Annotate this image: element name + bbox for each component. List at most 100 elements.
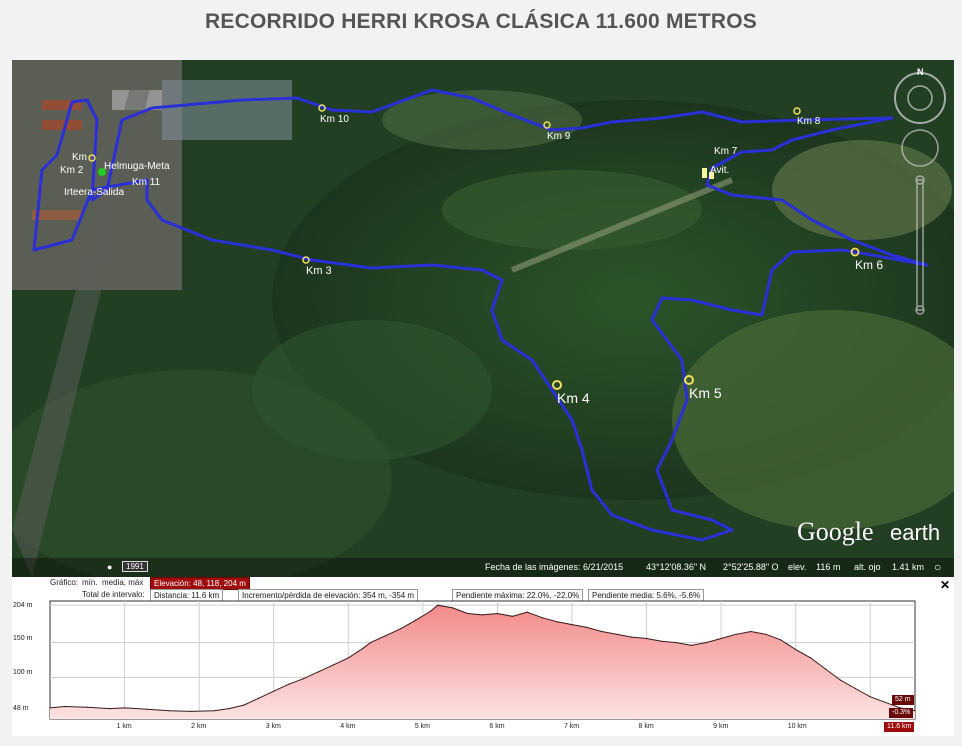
elevation-point (124, 707, 126, 709)
label-km8: Km 8 (797, 116, 821, 127)
x-tick-label: 1 km (116, 723, 132, 730)
longitude: 2°52'25.88" O (723, 562, 779, 572)
elevation-point (437, 604, 439, 606)
eye-altitude-label: alt. ojo (854, 562, 881, 572)
elevation-point (191, 710, 193, 712)
elevation-point (452, 607, 454, 609)
label-salida: Irteera-Salida (64, 187, 124, 198)
elevation-point (690, 644, 692, 646)
x-tick-label: 8 km (638, 723, 654, 730)
elevation-point (64, 705, 66, 708)
elevation-point (541, 617, 543, 619)
elevation-point (660, 640, 663, 642)
elevation-point (429, 610, 431, 612)
elevation-point (571, 624, 573, 626)
eye-altitude-value: 1.41 km (892, 562, 925, 572)
x-tick-label: 6 km (489, 723, 505, 730)
elevation-point (243, 704, 245, 706)
page-title: RECORRIDO HERRI KROSA CLÁSICA 11.600 MET… (205, 10, 757, 33)
elevation-point (586, 626, 588, 628)
map-view[interactable]: Km 10 Km 9 Km 8 Km 7 Avit. Km 6 Km 5 Km … (12, 60, 954, 577)
elevation-point (810, 657, 812, 659)
label-km10: Km 10 (320, 114, 349, 125)
elevation-value: 116 m (816, 562, 841, 572)
elevation-point (795, 649, 797, 651)
meadow-patch (772, 140, 952, 240)
elevation-point (481, 614, 484, 616)
elevation-point (869, 696, 871, 698)
label-meta: Helmuga-Meta (104, 161, 170, 172)
elevation-chart[interactable] (12, 577, 954, 736)
label-km9: Km 9 (547, 131, 571, 142)
historical-imagery-badge[interactable]: 1991 (122, 561, 148, 572)
elevation-point (526, 611, 528, 613)
elevation-point (616, 633, 618, 635)
elevation-point (146, 708, 148, 710)
x-tick-label: 5 km (414, 723, 431, 730)
satellite-map[interactable]: Km 10 Km 9 Km 8 Km 7 Avit. Km 6 Km 5 Km … (12, 60, 954, 577)
elevation-point (228, 708, 230, 710)
x-tick-label: 10 km (787, 723, 807, 730)
elevation-point (414, 619, 416, 621)
label-km3: Km 3 (306, 265, 332, 277)
x-tick-label: 9 km (713, 723, 729, 730)
elevation-point (780, 639, 782, 641)
elevation-point (332, 664, 334, 666)
elevation-point (302, 678, 305, 680)
elevation-profile-panel[interactable]: Gráfico: mín. media, máx Elevación: 48, … (12, 577, 954, 736)
y-tick-label: 204 m (13, 602, 33, 609)
elevation-point (675, 642, 678, 644)
streaming-icon: ○ (934, 560, 942, 574)
elevation-point (109, 708, 111, 710)
label-km11: Km 11 (132, 177, 161, 188)
globe-icon: ● (107, 562, 113, 572)
label-km6: Km 6 (855, 258, 883, 272)
elevation-point (556, 621, 558, 623)
elevation-point (511, 615, 513, 617)
map-status-bar: ● 1991 Fecha de las imágenes: 6/21/2015 … (12, 559, 954, 577)
elevation-point (914, 710, 916, 712)
compass-north-icon: N (917, 67, 924, 77)
elevation-point (765, 633, 767, 635)
elevation-point (601, 630, 603, 633)
label-avit: Avit. (710, 165, 729, 176)
elevation-point (750, 630, 752, 633)
elevation-point (646, 637, 648, 640)
latitude: 43°12'08.36" N (646, 562, 707, 572)
x-tick-label: 3 km (265, 723, 281, 730)
elevation-point (399, 628, 402, 630)
label-km7: Km 7 (714, 146, 738, 157)
end-elevation-label: 52 m (892, 695, 914, 705)
elevation-point (347, 657, 349, 659)
elevation-point (385, 635, 387, 637)
label-km1: Km (72, 152, 87, 163)
x-tick-label: 2 km (191, 723, 207, 730)
elevation-point (854, 687, 856, 690)
elevation-point (705, 642, 707, 644)
elevation-point (496, 612, 498, 615)
elevation-point (370, 642, 372, 644)
y-tick-label: 48 m (13, 705, 29, 712)
elevation-point (317, 671, 319, 673)
end-slope-label: -0.3% (889, 708, 914, 718)
label-km2: Km 2 (60, 165, 84, 176)
x-tick-label: 7 km (563, 723, 580, 730)
industrial-area (162, 80, 292, 140)
elevation-point (839, 679, 842, 681)
elevation-point (720, 637, 722, 640)
elevation-point (273, 690, 275, 692)
elevation-point (824, 668, 827, 670)
elevation-point (86, 706, 88, 708)
elevation-point (49, 707, 51, 709)
elevation-point (884, 701, 886, 703)
elevation-label: elev. (788, 562, 807, 572)
x-tick-label: 4 km (340, 723, 356, 730)
label-km5: Km 5 (689, 385, 722, 401)
google-logo: Google (797, 517, 874, 546)
label-km4: Km 4 (557, 390, 590, 406)
aid-station-icon (702, 168, 707, 178)
elevation-point (631, 636, 633, 638)
end-distance-label: 11.6 km (884, 722, 915, 732)
imagery-date: Fecha de las imágenes: 6/21/2015 (485, 562, 624, 572)
y-tick-label: 100 m (13, 669, 33, 676)
